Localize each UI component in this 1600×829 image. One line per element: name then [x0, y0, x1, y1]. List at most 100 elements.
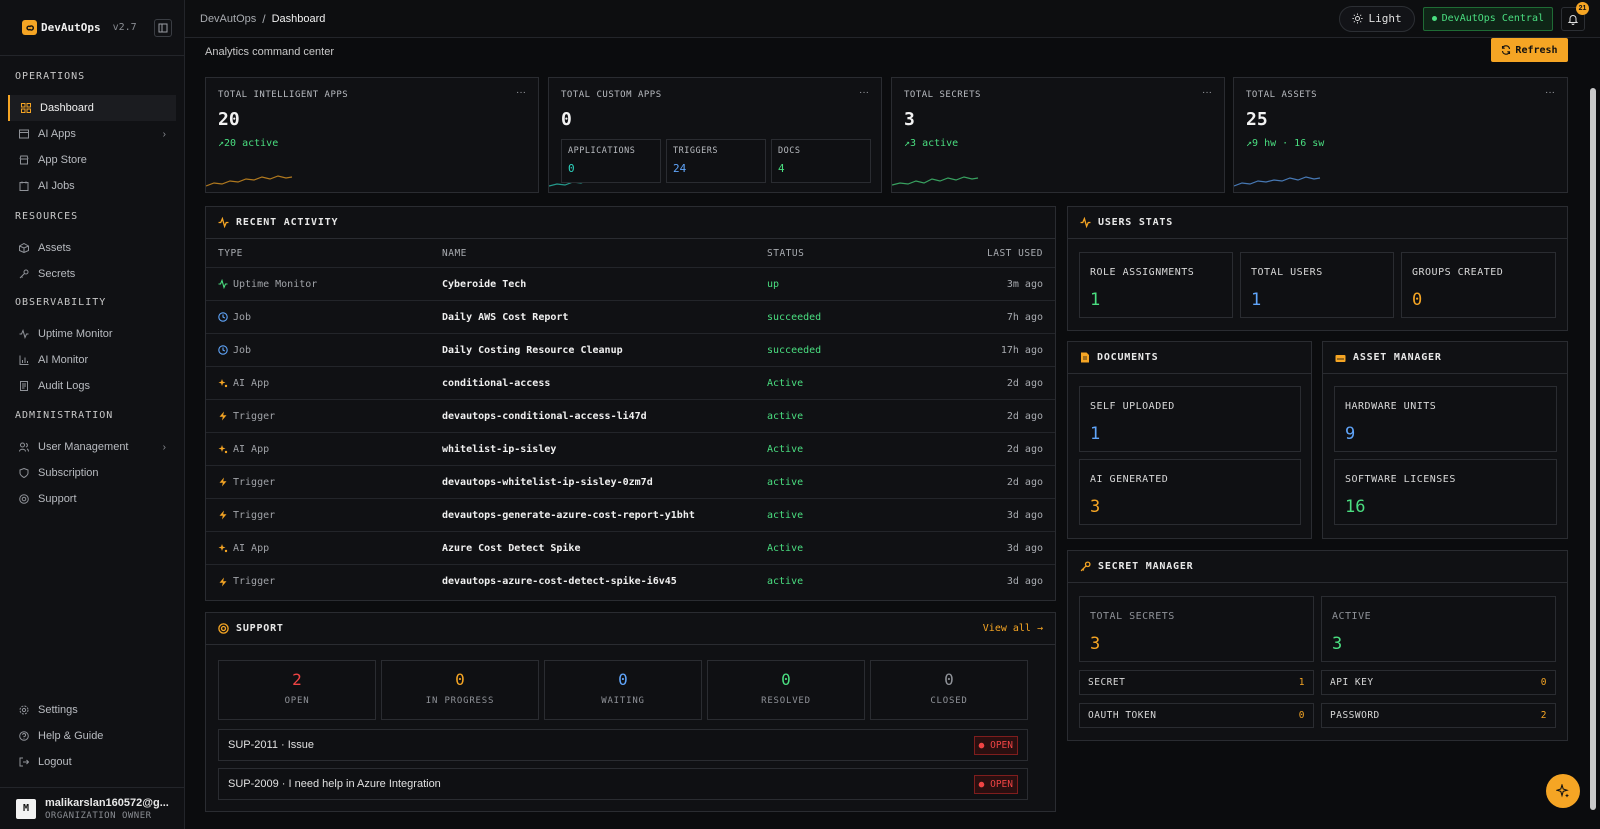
theme-toggle-button[interactable]: Light — [1338, 5, 1415, 32]
stat-label: TOTAL USERS — [1251, 267, 1323, 278]
sun-icon — [1351, 13, 1363, 24]
cell-status: active — [767, 509, 804, 521]
bolt-icon — [218, 510, 228, 520]
sidebar-item-dashboard[interactable]: Dashboard — [8, 95, 176, 121]
stat-label: AI GENERATED — [1090, 474, 1169, 485]
bolt-icon — [218, 577, 228, 587]
table-row[interactable]: Trigger devautops-azure-cost-detect-spike… — [206, 565, 1055, 598]
sidebar-item-help[interactable]: Help & Guide — [0, 723, 184, 749]
more-menu-icon[interactable]: ··· — [1545, 87, 1555, 98]
bell-icon — [1567, 14, 1579, 25]
cell-name: Daily Costing Resource Cleanup — [442, 344, 623, 356]
kpi-value: 3 — [904, 109, 915, 130]
column-header-last-used[interactable]: LAST USED — [927, 248, 1043, 259]
table-row[interactable]: Trigger devautops-conditional-access-li47… — [206, 400, 1055, 433]
topbar: DevAutOps / Dashboard Light DevAutOps Ce… — [185, 0, 1600, 38]
kpi-trend-text: 20 active — [224, 138, 279, 149]
key-icon — [18, 269, 29, 280]
sidebar-item-app-store[interactable]: App Store — [0, 147, 184, 173]
scrollbar-thumb[interactable] — [1590, 88, 1596, 810]
brand-name: DevAutOps — [41, 21, 101, 34]
sidebar-item-subscription[interactable]: Subscription — [0, 460, 184, 486]
sidebar-item-user-management[interactable]: User Management › — [0, 434, 184, 460]
sidebar-item-uptime-monitor[interactable]: Uptime Monitor — [0, 321, 184, 347]
mini-stat-label: DOCS — [778, 146, 801, 156]
sidebar-collapse-button[interactable] — [154, 18, 172, 37]
secret-type-count: 0 — [1540, 677, 1547, 688]
version-label: v2.7 — [112, 22, 137, 33]
sidebar-item-label: AI Jobs — [38, 180, 75, 192]
sidebar-item-audit-logs[interactable]: Audit Logs — [0, 373, 184, 399]
sidebar-footer: Settings Help & Guide Logout — [0, 697, 184, 775]
kpi-title: TOTAL INTELLIGENT APPS — [218, 90, 349, 100]
view-all-link[interactable]: View all → — [983, 623, 1043, 634]
kpi-value: 20 — [218, 109, 240, 130]
status-badge: ● OPEN — [973, 735, 1018, 755]
ai-assistant-button[interactable] — [1546, 774, 1580, 808]
sidebar-item-secrets[interactable]: Secrets — [0, 261, 184, 287]
sidebar-item-logout[interactable]: Logout — [0, 749, 184, 775]
support-status-card[interactable]: 2 OPEN — [218, 660, 376, 720]
support-status-card[interactable]: 0 IN PROGRESS — [381, 660, 539, 720]
kpi-trend: ↗20 active — [218, 138, 278, 149]
ticket-item[interactable]: SUP-2011 · Issue ● OPEN — [218, 729, 1028, 761]
sidebar-item-label: Assets — [38, 242, 72, 254]
section-title: ADMINISTRATION — [15, 410, 114, 421]
cell-type: Job — [218, 345, 442, 356]
sidebar-item-support[interactable]: Support — [0, 486, 184, 512]
sidebar-item-assets[interactable]: Assets — [0, 235, 184, 261]
ticket-item[interactable]: SUP-2009 · I need help in Azure Integrat… — [218, 768, 1028, 800]
table-row[interactable]: Uptime Monitor Cyberoide Tech up 3m ago — [206, 268, 1055, 301]
table-row[interactable]: AI App Azure Cost Detect Spike Active 3d ag… — [206, 532, 1055, 565]
column-header-name[interactable]: NAME — [442, 248, 767, 259]
pulse-icon — [1080, 217, 1091, 228]
table-row[interactable]: Job Daily Costing Resource Cleanup succeed… — [206, 334, 1055, 367]
cell-name: conditional-access — [442, 377, 551, 389]
status-badge-text: OPEN — [990, 778, 1013, 790]
user-profile[interactable]: M malikarslan160572@g... ORGANIZATION OW… — [0, 787, 184, 829]
page-scrollbar[interactable] — [1589, 40, 1597, 820]
table-row[interactable]: Job Daily AWS Cost Report succeeded 7h ago — [206, 301, 1055, 334]
user-role: ORGANIZATION OWNER — [45, 810, 152, 821]
table-row[interactable]: AI App conditional-access Active 2d ago — [206, 367, 1055, 400]
table-row[interactable]: Trigger devautops-whitelist-ip-sisley-0zm… — [206, 466, 1055, 499]
type-label: Job — [233, 344, 252, 356]
table-row[interactable]: AI App whitelist-ip-sisley Active 2d ago — [206, 433, 1055, 466]
mini-stat-label: APPLICATIONS — [568, 146, 636, 156]
stat-value: 16 — [1345, 497, 1366, 517]
type-label: Trigger — [233, 476, 276, 488]
notifications-button[interactable]: 21 — [1561, 1, 1589, 31]
column-header-status[interactable]: STATUS — [767, 248, 927, 259]
bolt-icon — [218, 411, 228, 421]
sidebar-item-ai-monitor[interactable]: AI Monitor — [0, 347, 184, 373]
sidebar-item-label: Secrets — [38, 268, 76, 280]
chevron-right-icon: › — [162, 128, 166, 140]
breadcrumb-current: Dashboard — [271, 12, 326, 25]
breadcrumb-root[interactable]: DevAutOps — [200, 13, 256, 25]
more-menu-icon[interactable]: ··· — [516, 87, 526, 98]
secret-type-label: API KEY — [1330, 677, 1374, 688]
support-status-label: OPEN — [284, 696, 310, 706]
page-subtitle: Analytics command center — [205, 46, 334, 58]
sidebar-item-settings[interactable]: Settings — [0, 697, 184, 723]
environment-selector[interactable]: DevAutOps Central — [1422, 6, 1553, 31]
cell-last-used: 2d ago — [1006, 377, 1043, 389]
sparkle-icon — [1556, 784, 1569, 798]
more-menu-icon[interactable]: ··· — [1202, 87, 1212, 98]
more-menu-icon[interactable]: ··· — [859, 87, 869, 98]
support-status-card[interactable]: 0 WAITING — [544, 660, 702, 720]
stat-role-assignments: ROLE ASSIGNMENTS 1 — [1079, 252, 1233, 318]
table-row[interactable]: Trigger devautops-generate-azure-cost-rep… — [206, 499, 1055, 532]
refresh-button[interactable]: Refresh — [1491, 38, 1568, 62]
stat-groups-created: GROUPS CREATED 0 — [1401, 252, 1556, 318]
sidebar-item-ai-jobs[interactable]: AI Jobs — [0, 173, 184, 199]
document-icon — [1080, 352, 1090, 363]
support-status-card[interactable]: 0 CLOSED — [870, 660, 1028, 720]
nav-resources: RESOURCES Assets Secrets — [0, 209, 184, 287]
column-header-type[interactable]: TYPE — [218, 248, 442, 259]
sidebar-item-ai-apps[interactable]: AI Apps › — [0, 121, 184, 147]
mini-stat-docs: DOCS 4 — [771, 139, 871, 183]
secret-type-count: 0 — [1298, 710, 1305, 721]
support-status-card[interactable]: 0 RESOLVED — [707, 660, 865, 720]
type-label: Trigger — [233, 576, 276, 587]
